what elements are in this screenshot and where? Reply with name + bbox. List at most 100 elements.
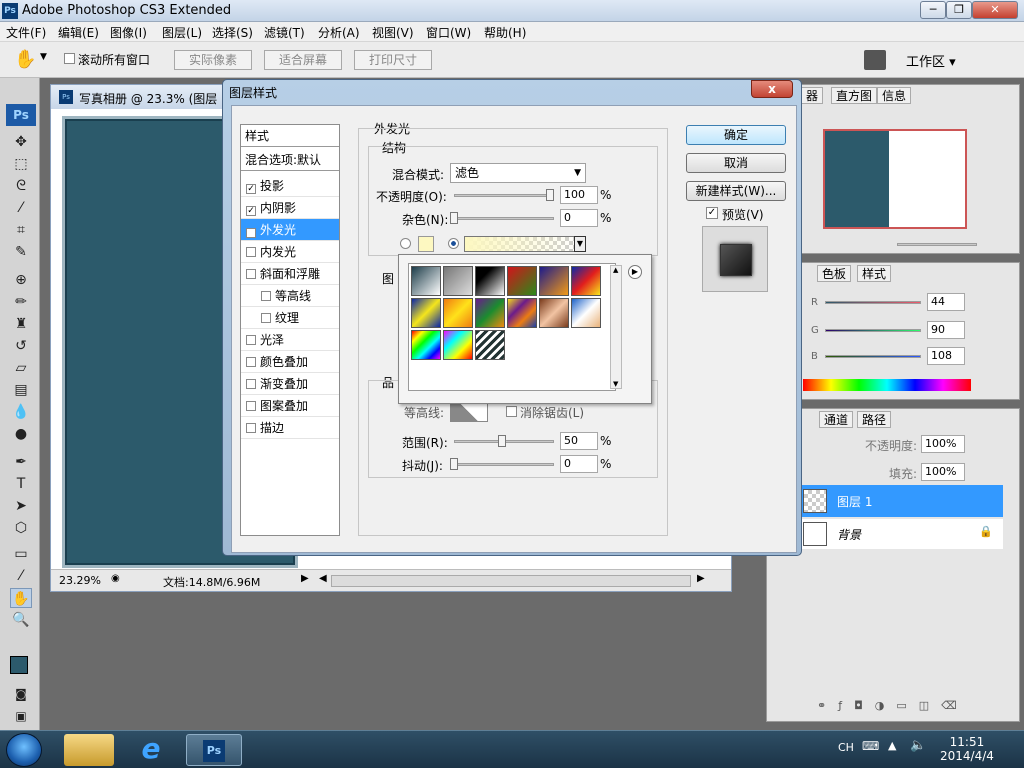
opacity-input[interactable]: 100	[560, 186, 598, 204]
horizontal-scrollbar[interactable]	[331, 575, 691, 587]
blue-slider[interactable]	[825, 355, 921, 358]
path-selection-icon[interactable]: ➤	[10, 496, 32, 516]
cancel-button[interactable]: 取消	[686, 153, 786, 173]
red-slider[interactable]	[825, 301, 921, 304]
gradient-radio[interactable]	[448, 238, 459, 249]
tab-paths[interactable]: 路径	[857, 411, 892, 428]
photoshop-taskbar-button[interactable]: Ps	[186, 734, 242, 766]
solid-color-radio[interactable]	[400, 238, 411, 249]
minimize-button[interactable]: ─	[920, 1, 946, 19]
ok-button[interactable]: 确定	[686, 125, 786, 145]
opacity-slider-thumb[interactable]	[546, 189, 554, 201]
magic-wand-icon[interactable]: ⁄	[10, 198, 32, 218]
menu-filter[interactable]: 滤镜(T)	[264, 24, 305, 41]
type-tool-icon[interactable]: T	[10, 474, 32, 494]
bridge-icon[interactable]	[864, 50, 886, 70]
restore-button[interactable]: ❐	[946, 1, 972, 19]
shape-tool-icon[interactable]: ⬡	[10, 518, 32, 538]
style-item[interactable]: 图案叠加	[241, 395, 339, 417]
layer-row-background[interactable]: 背景 🔒	[799, 519, 1003, 549]
print-size-button[interactable]: 打印尺寸	[354, 50, 432, 70]
layer-opacity-value[interactable]: 100%	[921, 435, 965, 453]
language-indicator[interactable]: CH	[838, 741, 854, 754]
foreground-color-swatch[interactable]	[10, 656, 28, 674]
gradient-swatch-chrome[interactable]	[571, 298, 601, 328]
tray-arrow-icon[interactable]: ▲	[888, 739, 896, 752]
volume-icon[interactable]: 🔈	[910, 738, 926, 753]
style-checkbox[interactable]	[246, 423, 256, 433]
marquee-tool-icon[interactable]: ⬚	[10, 154, 32, 174]
crop-tool-icon[interactable]: ⌗	[10, 220, 32, 240]
tab-histogram[interactable]: 直方图	[831, 87, 878, 104]
tab-channels[interactable]: 通道	[819, 411, 854, 428]
blur-tool-icon[interactable]: 💧	[10, 402, 32, 422]
layer-actions-icons[interactable]: ⚭ƒ◘◑▭◫⌫	[817, 699, 997, 717]
blue-value[interactable]: 108	[927, 347, 965, 365]
quick-mask-icon[interactable]: ◙	[10, 684, 32, 704]
style-item[interactable]: ✓ 投影	[241, 175, 339, 197]
noise-input[interactable]: 0	[560, 209, 598, 227]
style-item[interactable]: 斜面和浮雕	[241, 263, 339, 285]
tab-info[interactable]: 信息	[877, 87, 912, 104]
style-checkbox[interactable]	[246, 357, 256, 367]
notes-tool-icon[interactable]: ▭	[10, 544, 32, 564]
navigator-preview[interactable]	[823, 129, 967, 229]
scroll-all-checkbox[interactable]	[64, 53, 75, 64]
tool-preset-dropdown-icon[interactable]: ▼	[40, 52, 47, 62]
gradient-swatch-red-green[interactable]	[507, 266, 537, 296]
menu-image[interactable]: 图像(I)	[110, 24, 147, 41]
workspace-menu[interactable]: 工作区 ▾	[906, 51, 956, 70]
style-item[interactable]: 光泽	[241, 329, 339, 351]
blend-mode-select[interactable]: 滤色 ▼	[450, 163, 586, 183]
style-checkbox[interactable]	[261, 313, 271, 323]
jitter-input[interactable]: 0	[560, 455, 598, 473]
gradient-swatch-foreground-to-transparent[interactable]	[443, 266, 473, 296]
zoom-tool-icon[interactable]: 🔍	[10, 610, 32, 630]
gradient-dropdown-icon[interactable]: ▼	[574, 236, 586, 252]
slice-tool-icon[interactable]: ✎	[10, 242, 32, 262]
menu-edit[interactable]: 编辑(E)	[58, 24, 99, 41]
gradient-swatch-copper[interactable]	[539, 298, 569, 328]
healing-brush-icon[interactable]: ⊕	[10, 270, 32, 290]
range-input[interactable]: 50	[560, 432, 598, 450]
status-menu-icon[interactable]: ◉	[111, 573, 120, 584]
move-tool-icon[interactable]: ✥	[10, 132, 32, 152]
antialias-checkbox[interactable]	[506, 406, 517, 417]
scroll-right-icon[interactable]: ▶	[697, 573, 705, 584]
status-arrow-icon[interactable]: ▶	[301, 573, 309, 584]
contour-picker[interactable]	[450, 402, 488, 422]
menu-view[interactable]: 视图(V)	[372, 24, 414, 41]
tab-swatches[interactable]: 色板	[817, 265, 852, 282]
gradient-tool-icon[interactable]: ▤	[10, 380, 32, 400]
style-item[interactable]: 等高线	[241, 285, 339, 307]
style-item[interactable]: 内发光	[241, 241, 339, 263]
style-checkbox[interactable]	[246, 335, 256, 345]
gradient-swatch-orange-yellow-orange[interactable]	[443, 298, 473, 328]
start-button[interactable]	[6, 733, 42, 767]
noise-slider[interactable]	[454, 217, 554, 220]
layer-row-layer1[interactable]: 图层 1	[799, 485, 1003, 517]
gradient-swatch-transparent-rainbow[interactable]	[443, 330, 473, 360]
style-item[interactable]: 纹理	[241, 307, 339, 329]
eraser-tool-icon[interactable]: ▱	[10, 358, 32, 378]
style-item[interactable]: 描边	[241, 417, 339, 439]
fill-value[interactable]: 100%	[921, 463, 965, 481]
blend-options[interactable]: 混合选项:默认	[241, 149, 339, 171]
internet-explorer-icon[interactable]: e	[126, 734, 176, 766]
brush-tool-icon[interactable]: ✏	[10, 292, 32, 312]
keyboard-icon[interactable]: ⌨	[862, 739, 879, 753]
zoom-level[interactable]: 23.29%	[59, 574, 101, 587]
opacity-slider[interactable]	[454, 194, 554, 197]
gradient-swatch-black-white[interactable]	[475, 266, 505, 296]
gradient-swatch-spectrum[interactable]	[411, 330, 441, 360]
gradient-swatch-violet-green-orange[interactable]	[475, 298, 505, 328]
navigator-zoom-slider[interactable]	[897, 243, 977, 246]
dodge-tool-icon[interactable]: ●	[10, 424, 32, 444]
style-checkbox[interactable]	[246, 379, 256, 389]
history-brush-icon[interactable]: ↺	[10, 336, 32, 356]
menu-select[interactable]: 选择(S)	[212, 24, 253, 41]
style-checkbox[interactable]: ✓	[246, 228, 256, 238]
green-value[interactable]: 90	[927, 321, 965, 339]
system-clock[interactable]: 11:51 2014/4/4	[940, 735, 994, 763]
range-slider-thumb[interactable]	[498, 435, 506, 447]
